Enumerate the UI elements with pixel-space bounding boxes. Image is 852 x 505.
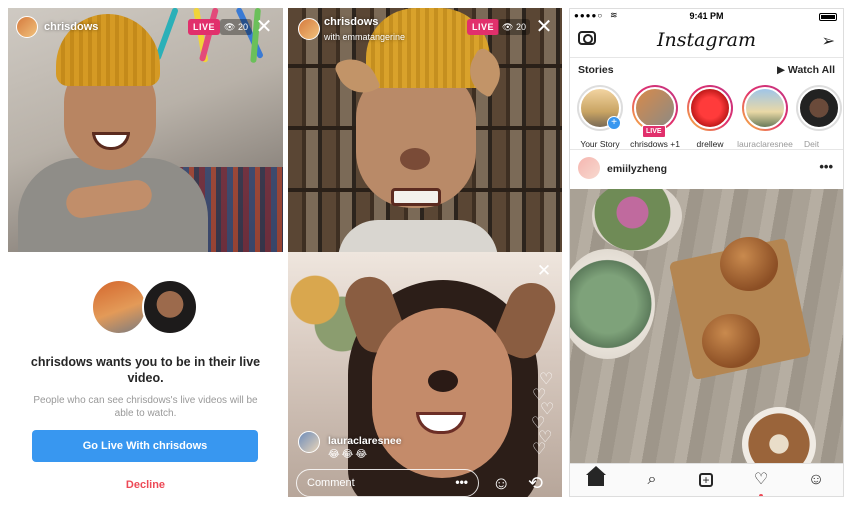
co-broadcaster-line: with emmatangerine	[324, 32, 406, 42]
live-badge: LIVE	[467, 19, 500, 35]
post-header: emiilyzheng •••	[570, 157, 843, 183]
viewer-count: 20	[515, 22, 526, 32]
cat-nose-filter	[400, 148, 430, 170]
commenter-avatar[interactable]	[298, 431, 320, 453]
profile-icon[interactable]: ☺	[806, 470, 826, 490]
panel-live-with-guest: chrisdows with emmatangerine LIVE 👁 20 ✕…	[288, 8, 562, 497]
status-time: 9:41 PM	[689, 11, 724, 21]
flip-camera-icon[interactable]: ⟲	[528, 474, 543, 492]
muffin	[720, 237, 778, 291]
story-your-story[interactable]: + Your Story	[570, 85, 630, 149]
top-nav: Instagram ➢	[570, 25, 843, 55]
send-icon[interactable]: ➢	[822, 31, 835, 51]
story-label: Deit	[804, 139, 820, 149]
invite-title: chrisdows wants you to be in their live …	[30, 355, 261, 385]
comment-placeholder: Comment	[307, 477, 355, 489]
face-filter-icon[interactable]: ☺	[492, 474, 510, 492]
post-avatar[interactable]	[578, 157, 600, 179]
succulent-bowl	[570, 249, 655, 359]
story-deit[interactable]: Deit	[794, 85, 843, 149]
bottom-tab-bar: ⌕ + ♡ ☺	[570, 463, 843, 496]
guest-video: ✕ ♡ ♡ ♡ ♡ ♡ ♡ lauraclaresnee 😂😂😂 Comment…	[288, 252, 562, 497]
heart-icon: ♡	[532, 441, 547, 458]
status-bar: ●●●●○ ≋ 9:41 PM	[570, 9, 843, 25]
home-icon[interactable]	[586, 466, 608, 490]
notification-dot	[759, 494, 763, 496]
go-live-button[interactable]: Go Live With chrisdows	[32, 430, 258, 462]
live-header: chrisdows LIVE 👁 20 ✕	[8, 8, 283, 48]
heart-icon[interactable]: ♡	[751, 470, 771, 496]
comment-input[interactable]: Comment •••	[296, 469, 479, 497]
broadcaster-avatar[interactable]	[298, 18, 320, 40]
more-options-icon[interactable]: •••	[455, 475, 468, 489]
guest-face	[372, 308, 512, 478]
post-username[interactable]: emiilyzheng	[607, 163, 667, 175]
decline-button[interactable]: Decline	[8, 479, 283, 491]
broadcaster-username[interactable]: chrisdows	[44, 21, 98, 33]
search-icon[interactable]: ⌕	[642, 470, 662, 490]
panel-live-invite: chrisdows LIVE 👁 20 ✕ chrisdows wants yo…	[8, 8, 283, 497]
invite-subtitle: People who can see chrisdows's live vide…	[33, 395, 258, 419]
close-icon[interactable]: ✕	[534, 261, 554, 281]
live-badge: LIVE	[188, 19, 221, 35]
story-label: Your Story	[580, 139, 620, 149]
watch-all-button[interactable]: ▶ Watch All	[777, 64, 835, 76]
instagram-logo: Instagram	[656, 29, 757, 51]
story-drellew[interactable]: drellew	[680, 85, 740, 149]
live-badge: LIVE	[642, 125, 666, 138]
host-video: chrisdows with emmatangerine LIVE 👁 20 ✕	[288, 8, 562, 260]
heart-icon: ♡	[539, 371, 554, 388]
story-label: lauraclaresnee	[737, 139, 793, 149]
latte-cup	[742, 407, 816, 464]
add-story-icon[interactable]: +	[607, 116, 621, 130]
eye-icon: 👁	[224, 22, 236, 32]
viewer-count-badge: 👁 20	[220, 19, 252, 35]
invite-sheet: chrisdows wants you to be in their live …	[8, 252, 283, 497]
muffin	[702, 314, 760, 368]
commenter-username[interactable]: lauraclaresnee	[328, 435, 402, 447]
battery-icon	[819, 13, 837, 21]
story-label: chrisdows +1	[630, 139, 680, 149]
dog-nose-filter	[428, 370, 458, 392]
panel-instagram-feed: ●●●●○ ≋ 9:41 PM Instagram ➢ Stories ▶ Wa…	[569, 8, 844, 497]
story-chrisdows[interactable]: LIVE chrisdows +1	[625, 85, 685, 149]
close-icon[interactable]: ✕	[254, 17, 274, 37]
story-label: drellew	[696, 139, 724, 149]
post-image[interactable]	[570, 189, 843, 464]
viewer-count: 20	[237, 22, 248, 32]
viewer-count-badge: 👁 20	[498, 19, 530, 35]
comment-text: 😂😂😂	[328, 449, 370, 460]
host-teeth	[391, 188, 441, 206]
broadcaster-username[interactable]: chrisdows	[324, 16, 378, 28]
avatar-guest	[142, 279, 198, 335]
close-icon[interactable]: ✕	[534, 17, 554, 37]
live-video-chrisdows: chrisdows LIVE 👁 20 ✕	[8, 8, 283, 252]
eye-icon: 👁	[502, 22, 514, 32]
avatar-host	[91, 279, 147, 335]
story-lauraclaresnee[interactable]: lauraclaresnee	[735, 85, 795, 149]
add-icon[interactable]: +	[696, 470, 716, 490]
stories-title: Stories	[578, 64, 614, 76]
flower-bowl	[592, 189, 682, 251]
broadcaster-avatar[interactable]	[16, 16, 38, 38]
more-options-icon[interactable]: •••	[819, 159, 833, 174]
